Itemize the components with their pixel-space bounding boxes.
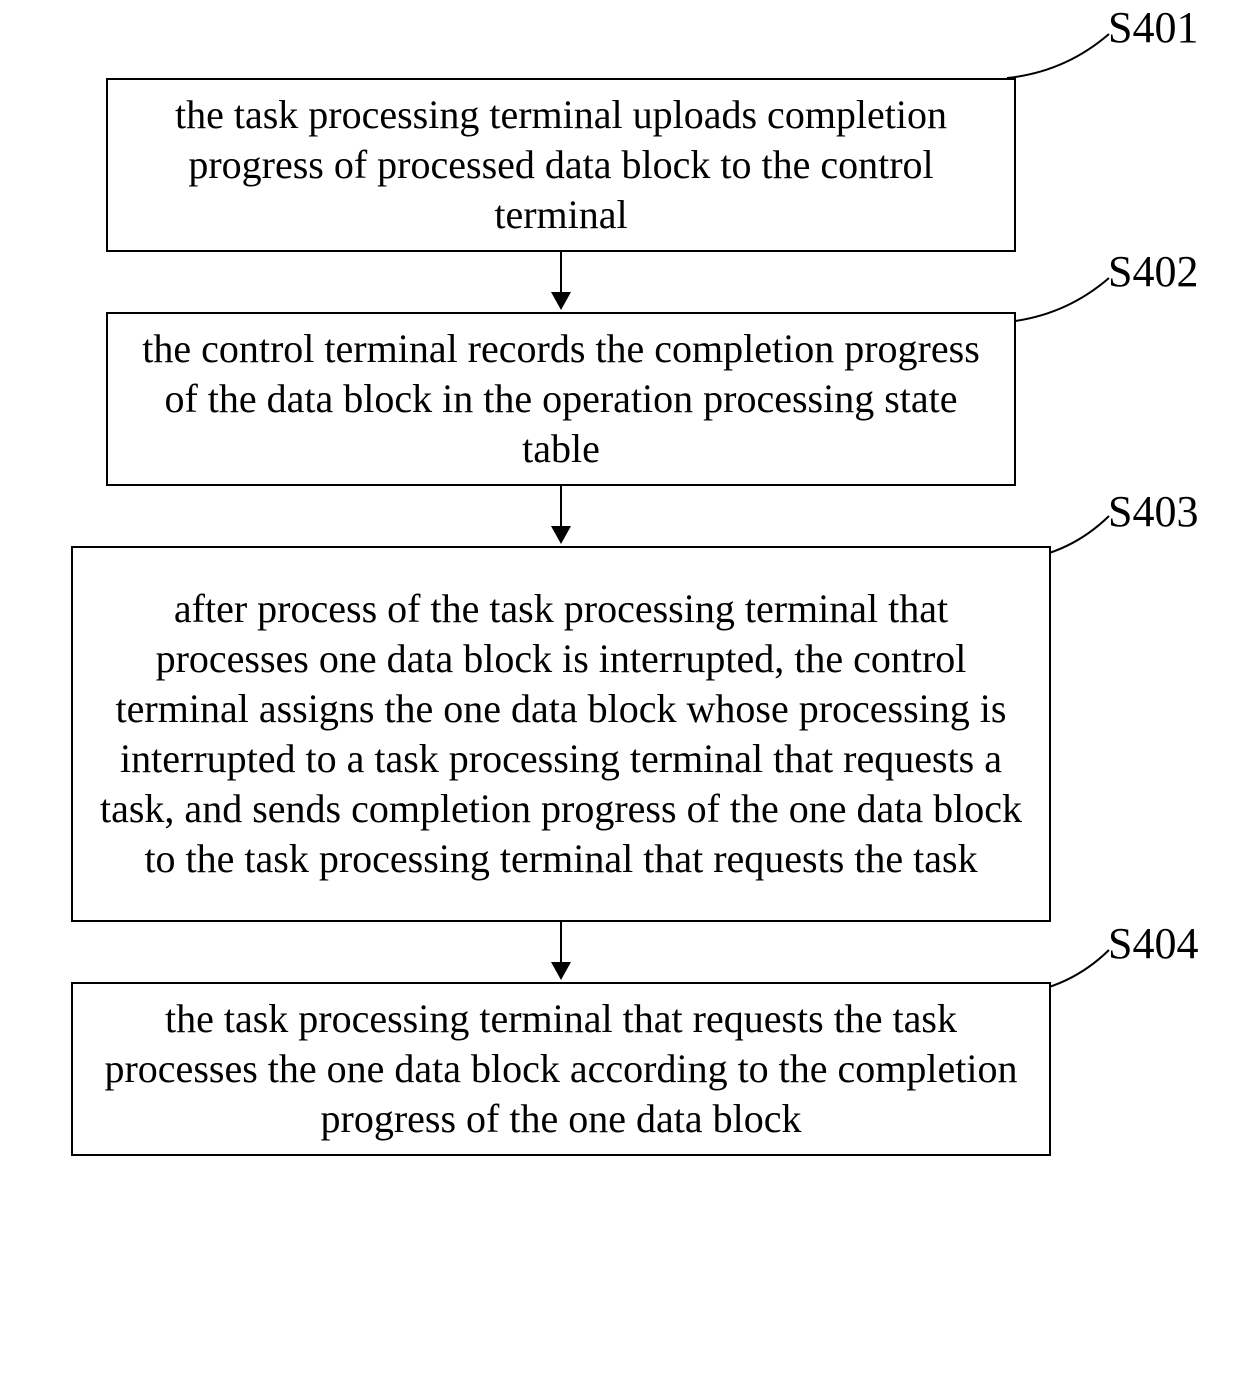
step-label-s401: S401 — [1108, 6, 1198, 50]
step-label-s402: S402 — [1108, 250, 1198, 294]
flowchart-diagram: S401 the task processing terminal upload… — [0, 0, 1240, 1384]
arrow-s402-s403-head — [551, 526, 571, 544]
step-text-s403: after process of the task processing ter… — [95, 584, 1027, 884]
step-label-s404: S404 — [1108, 922, 1198, 966]
step-label-s403: S403 — [1108, 490, 1198, 534]
step-box-s403: after process of the task processing ter… — [71, 546, 1051, 922]
step-box-s402: the control terminal records the complet… — [106, 312, 1016, 486]
arrow-s402-s403-shaft — [560, 486, 562, 528]
arrow-s401-s402-shaft — [560, 252, 562, 294]
arrow-s403-s404-head — [551, 962, 571, 980]
step-text-s401: the task processing terminal uploads com… — [130, 90, 992, 240]
label-connector-s401 — [1005, 32, 1115, 80]
arrow-s401-s402-head — [551, 292, 571, 310]
step-text-s404: the task processing terminal that reques… — [95, 994, 1027, 1144]
step-text-s402: the control terminal records the complet… — [130, 324, 992, 474]
step-box-s404: the task processing terminal that reques… — [71, 982, 1051, 1156]
step-box-s401: the task processing terminal uploads com… — [106, 78, 1016, 252]
label-connector-s402 — [1005, 276, 1115, 324]
arrow-s403-s404-shaft — [560, 922, 562, 964]
